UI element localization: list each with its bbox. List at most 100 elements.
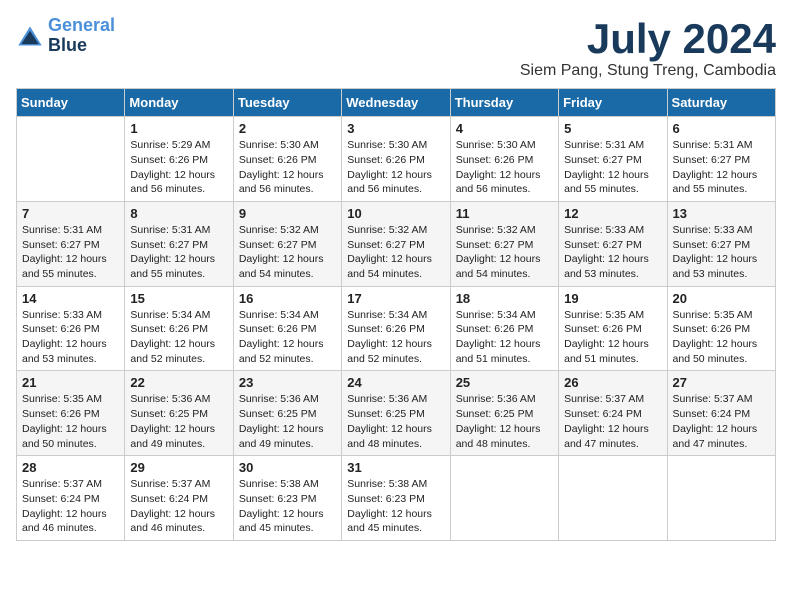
calendar-cell: 27Sunrise: 5:37 AM Sunset: 6:24 PM Dayli… bbox=[667, 371, 775, 456]
calendar-cell bbox=[667, 456, 775, 541]
calendar-cell: 31Sunrise: 5:38 AM Sunset: 6:23 PM Dayli… bbox=[342, 456, 450, 541]
col-header-thursday: Thursday bbox=[450, 89, 558, 117]
day-number: 11 bbox=[456, 206, 553, 221]
day-number: 28 bbox=[22, 460, 119, 475]
day-info: Sunrise: 5:34 AM Sunset: 6:26 PM Dayligh… bbox=[130, 308, 227, 367]
calendar-cell: 29 Sunrise: 5:37 AM Sunset: 6:24 PM Dayli… bbox=[125, 456, 233, 541]
calendar-cell: 11 Sunrise: 5:32 AM Sunset: 6:27 PM Dayli… bbox=[450, 201, 558, 286]
day-number: 17 bbox=[347, 291, 444, 306]
day-info: Sunrise: 5:32 AM Sunset: 6:27 PM Dayligh… bbox=[347, 223, 444, 282]
col-header-tuesday: Tuesday bbox=[233, 89, 341, 117]
day-info: Sunrise: 5:31 AM Sunset: 6:27 PM Dayligh… bbox=[130, 223, 227, 282]
calendar-cell: 18 Sunrise: 5:34 AM Sunset: 6:26 PM Dayli… bbox=[450, 286, 558, 371]
calendar-cell: 13 Sunrise: 5:33 AM Sunset: 6:27 PM Dayli… bbox=[667, 201, 775, 286]
calendar-cell bbox=[17, 117, 125, 202]
logo: GeneralBlue bbox=[16, 16, 115, 56]
calendar-cell: 8Sunrise: 5:31 AM Sunset: 6:27 PM Daylig… bbox=[125, 201, 233, 286]
day-info: Sunrise: 5:32 AM Sunset: 6:27 PM Dayligh… bbox=[456, 223, 553, 282]
day-number: 26 bbox=[564, 375, 661, 390]
day-number: 23 bbox=[239, 375, 336, 390]
day-number: 6 bbox=[673, 121, 770, 136]
day-info: Sunrise: 5:33 AM Sunset: 6:27 PM Dayligh… bbox=[564, 223, 661, 282]
page-header: GeneralBlue July 2024 Siem Pang, Stung T… bbox=[16, 16, 776, 80]
col-header-saturday: Saturday bbox=[667, 89, 775, 117]
calendar-cell bbox=[559, 456, 667, 541]
day-number: 14 bbox=[22, 291, 119, 306]
day-info: Sunrise: 5:36 AM Sunset: 6:25 PM Dayligh… bbox=[239, 392, 336, 451]
day-info: Sunrise: 5:36 AM Sunset: 6:25 PM Dayligh… bbox=[130, 392, 227, 451]
day-number: 29 bbox=[130, 460, 227, 475]
calendar-table: SundayMondayTuesdayWednesdayThursdayFrid… bbox=[16, 88, 776, 541]
day-info: Sunrise: 5:33 AM Sunset: 6:26 PM Dayligh… bbox=[22, 308, 119, 367]
day-number: 16 bbox=[239, 291, 336, 306]
day-info: Sunrise: 5:31 AM Sunset: 6:27 PM Dayligh… bbox=[673, 138, 770, 197]
day-number: 24 bbox=[347, 375, 444, 390]
day-number: 21 bbox=[22, 375, 119, 390]
col-header-friday: Friday bbox=[559, 89, 667, 117]
calendar-cell: 10Sunrise: 5:32 AM Sunset: 6:27 PM Dayli… bbox=[342, 201, 450, 286]
day-number: 22 bbox=[130, 375, 227, 390]
day-info: Sunrise: 5:36 AM Sunset: 6:25 PM Dayligh… bbox=[347, 392, 444, 451]
calendar-cell: 23 Sunrise: 5:36 AM Sunset: 6:25 PM Dayli… bbox=[233, 371, 341, 456]
day-number: 7 bbox=[22, 206, 119, 221]
day-number: 12 bbox=[564, 206, 661, 221]
calendar-cell: 26 Sunrise: 5:37 AM Sunset: 6:24 PM Dayli… bbox=[559, 371, 667, 456]
day-info: Sunrise: 5:38 AM Sunset: 6:23 PM Dayligh… bbox=[347, 477, 444, 536]
day-info: Sunrise: 5:30 AM Sunset: 6:26 PM Dayligh… bbox=[456, 138, 553, 197]
day-info: Sunrise: 5:35 AM Sunset: 6:26 PM Dayligh… bbox=[564, 308, 661, 367]
day-info: Sunrise: 5:35 AM Sunset: 6:26 PM Dayligh… bbox=[22, 392, 119, 451]
day-info: Sunrise: 5:30 AM Sunset: 6:26 PM Dayligh… bbox=[239, 138, 336, 197]
day-number: 20 bbox=[673, 291, 770, 306]
day-info: Sunrise: 5:34 AM Sunset: 6:26 PM Dayligh… bbox=[347, 308, 444, 367]
day-info: Sunrise: 5:37 AM Sunset: 6:24 PM Dayligh… bbox=[673, 392, 770, 451]
calendar-cell bbox=[450, 456, 558, 541]
day-info: Sunrise: 5:36 AM Sunset: 6:25 PM Dayligh… bbox=[456, 392, 553, 451]
day-info: Sunrise: 5:33 AM Sunset: 6:27 PM Dayligh… bbox=[673, 223, 770, 282]
day-info: Sunrise: 5:34 AM Sunset: 6:26 PM Dayligh… bbox=[239, 308, 336, 367]
day-info: Sunrise: 5:37 AM Sunset: 6:24 PM Dayligh… bbox=[22, 477, 119, 536]
logo-text: GeneralBlue bbox=[48, 16, 115, 56]
day-number: 4 bbox=[456, 121, 553, 136]
day-info: Sunrise: 5:38 AM Sunset: 6:23 PM Dayligh… bbox=[239, 477, 336, 536]
calendar-cell: 3 Sunrise: 5:30 AM Sunset: 6:26 PM Daylig… bbox=[342, 117, 450, 202]
calendar-cell: 2 Sunrise: 5:30 AM Sunset: 6:26 PM Daylig… bbox=[233, 117, 341, 202]
col-header-wednesday: Wednesday bbox=[342, 89, 450, 117]
calendar-cell: 17 Sunrise: 5:34 AM Sunset: 6:26 PM Dayli… bbox=[342, 286, 450, 371]
calendar-cell: 1 Sunrise: 5:29 AM Sunset: 6:26 PM Daylig… bbox=[125, 117, 233, 202]
day-number: 18 bbox=[456, 291, 553, 306]
calendar-cell: 7 Sunrise: 5:31 AM Sunset: 6:27 PM Daylig… bbox=[17, 201, 125, 286]
calendar-cell: 24 Sunrise: 5:36 AM Sunset: 6:25 PM Dayli… bbox=[342, 371, 450, 456]
day-number: 25 bbox=[456, 375, 553, 390]
day-number: 15 bbox=[130, 291, 227, 306]
day-info: Sunrise: 5:37 AM Sunset: 6:24 PM Dayligh… bbox=[564, 392, 661, 451]
day-info: Sunrise: 5:34 AM Sunset: 6:26 PM Dayligh… bbox=[456, 308, 553, 367]
col-header-sunday: Sunday bbox=[17, 89, 125, 117]
calendar-cell: 28 Sunrise: 5:37 AM Sunset: 6:24 PM Dayli… bbox=[17, 456, 125, 541]
calendar-cell: 21 Sunrise: 5:35 AM Sunset: 6:26 PM Dayli… bbox=[17, 371, 125, 456]
day-number: 3 bbox=[347, 121, 444, 136]
location-subtitle: Siem Pang, Stung Treng, Cambodia bbox=[520, 62, 776, 80]
calendar-cell: 6 Sunrise: 5:31 AM Sunset: 6:27 PM Daylig… bbox=[667, 117, 775, 202]
day-info: Sunrise: 5:31 AM Sunset: 6:27 PM Dayligh… bbox=[564, 138, 661, 197]
day-info: Sunrise: 5:29 AM Sunset: 6:26 PM Dayligh… bbox=[130, 138, 227, 197]
calendar-cell: 14 Sunrise: 5:33 AM Sunset: 6:26 PM Dayli… bbox=[17, 286, 125, 371]
calendar-cell: 4 Sunrise: 5:30 AM Sunset: 6:26 PM Daylig… bbox=[450, 117, 558, 202]
day-number: 1 bbox=[130, 121, 227, 136]
day-number: 13 bbox=[673, 206, 770, 221]
calendar-cell: 25 Sunrise: 5:36 AM Sunset: 6:25 PM Dayli… bbox=[450, 371, 558, 456]
month-year-title: July 2024 bbox=[520, 16, 776, 62]
calendar-cell: 19Sunrise: 5:35 AM Sunset: 6:26 PM Dayli… bbox=[559, 286, 667, 371]
day-info: Sunrise: 5:30 AM Sunset: 6:26 PM Dayligh… bbox=[347, 138, 444, 197]
calendar-cell: 20Sunrise: 5:35 AM Sunset: 6:26 PM Dayli… bbox=[667, 286, 775, 371]
col-header-monday: Monday bbox=[125, 89, 233, 117]
day-info: Sunrise: 5:37 AM Sunset: 6:24 PM Dayligh… bbox=[130, 477, 227, 536]
calendar-cell: 22 Sunrise: 5:36 AM Sunset: 6:25 PM Dayli… bbox=[125, 371, 233, 456]
day-number: 9 bbox=[239, 206, 336, 221]
day-number: 30 bbox=[239, 460, 336, 475]
day-number: 2 bbox=[239, 121, 336, 136]
day-info: Sunrise: 5:31 AM Sunset: 6:27 PM Dayligh… bbox=[22, 223, 119, 282]
day-info: Sunrise: 5:32 AM Sunset: 6:27 PM Dayligh… bbox=[239, 223, 336, 282]
day-number: 5 bbox=[564, 121, 661, 136]
calendar-cell: 9 Sunrise: 5:32 AM Sunset: 6:27 PM Daylig… bbox=[233, 201, 341, 286]
calendar-cell: 30 Sunrise: 5:38 AM Sunset: 6:23 PM Dayli… bbox=[233, 456, 341, 541]
